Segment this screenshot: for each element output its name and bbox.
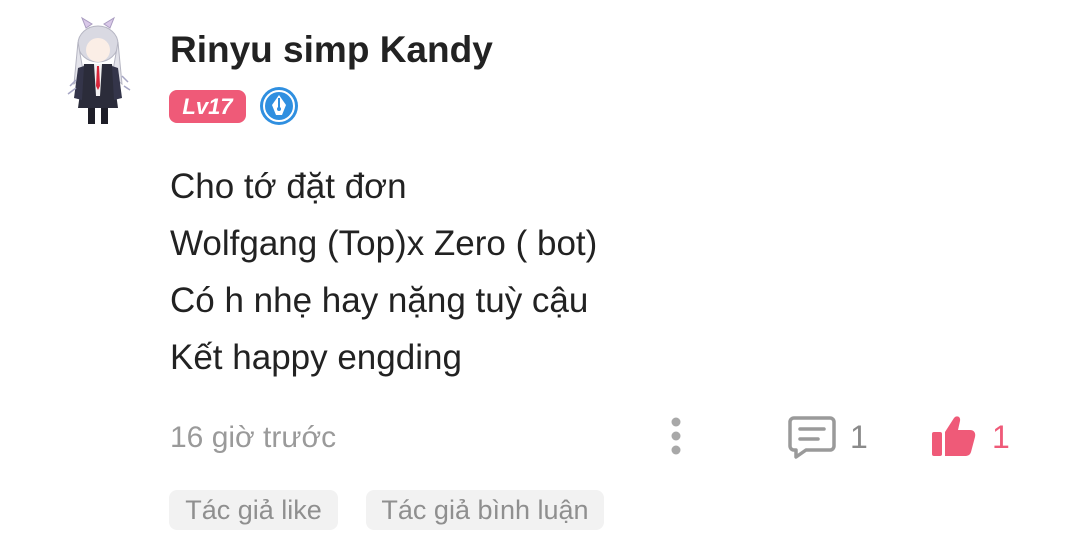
thumbs-up-icon <box>932 416 976 456</box>
reply-count: 1 <box>850 419 868 455</box>
level-badge: Lv17 <box>169 90 246 123</box>
author-commented-tag: Tác giả bình luận <box>366 490 604 530</box>
vertical-dots-icon <box>671 417 681 455</box>
comment-line: Có h nhẹ hay nặng tuỳ cậu <box>170 281 589 320</box>
like-button[interactable]: 1 <box>926 408 1026 464</box>
comment-line: Cho tớ đặt đơn <box>170 167 407 206</box>
comment-line: Kết happy engding <box>170 338 462 377</box>
reply-button[interactable]: 1 <box>784 410 884 462</box>
more-options-button[interactable] <box>660 412 692 462</box>
avatar-image <box>67 16 131 124</box>
comment-text: Cho tớ đặt đơn Wolfgang (Top)x Zero ( bo… <box>170 158 1030 386</box>
like-count: 1 <box>992 419 1010 455</box>
comment-timestamp: 16 giờ trước <box>170 421 337 454</box>
fountain-pen-badge-icon <box>259 86 299 126</box>
comment-line: Wolfgang (Top)x Zero ( bot) <box>170 224 598 263</box>
user-avatar[interactable] <box>46 16 148 128</box>
author-liked-tag: Tác giả like <box>169 490 338 530</box>
comment-bubble-icon <box>788 416 836 459</box>
username[interactable]: Rinyu simp Kandy <box>170 28 493 72</box>
